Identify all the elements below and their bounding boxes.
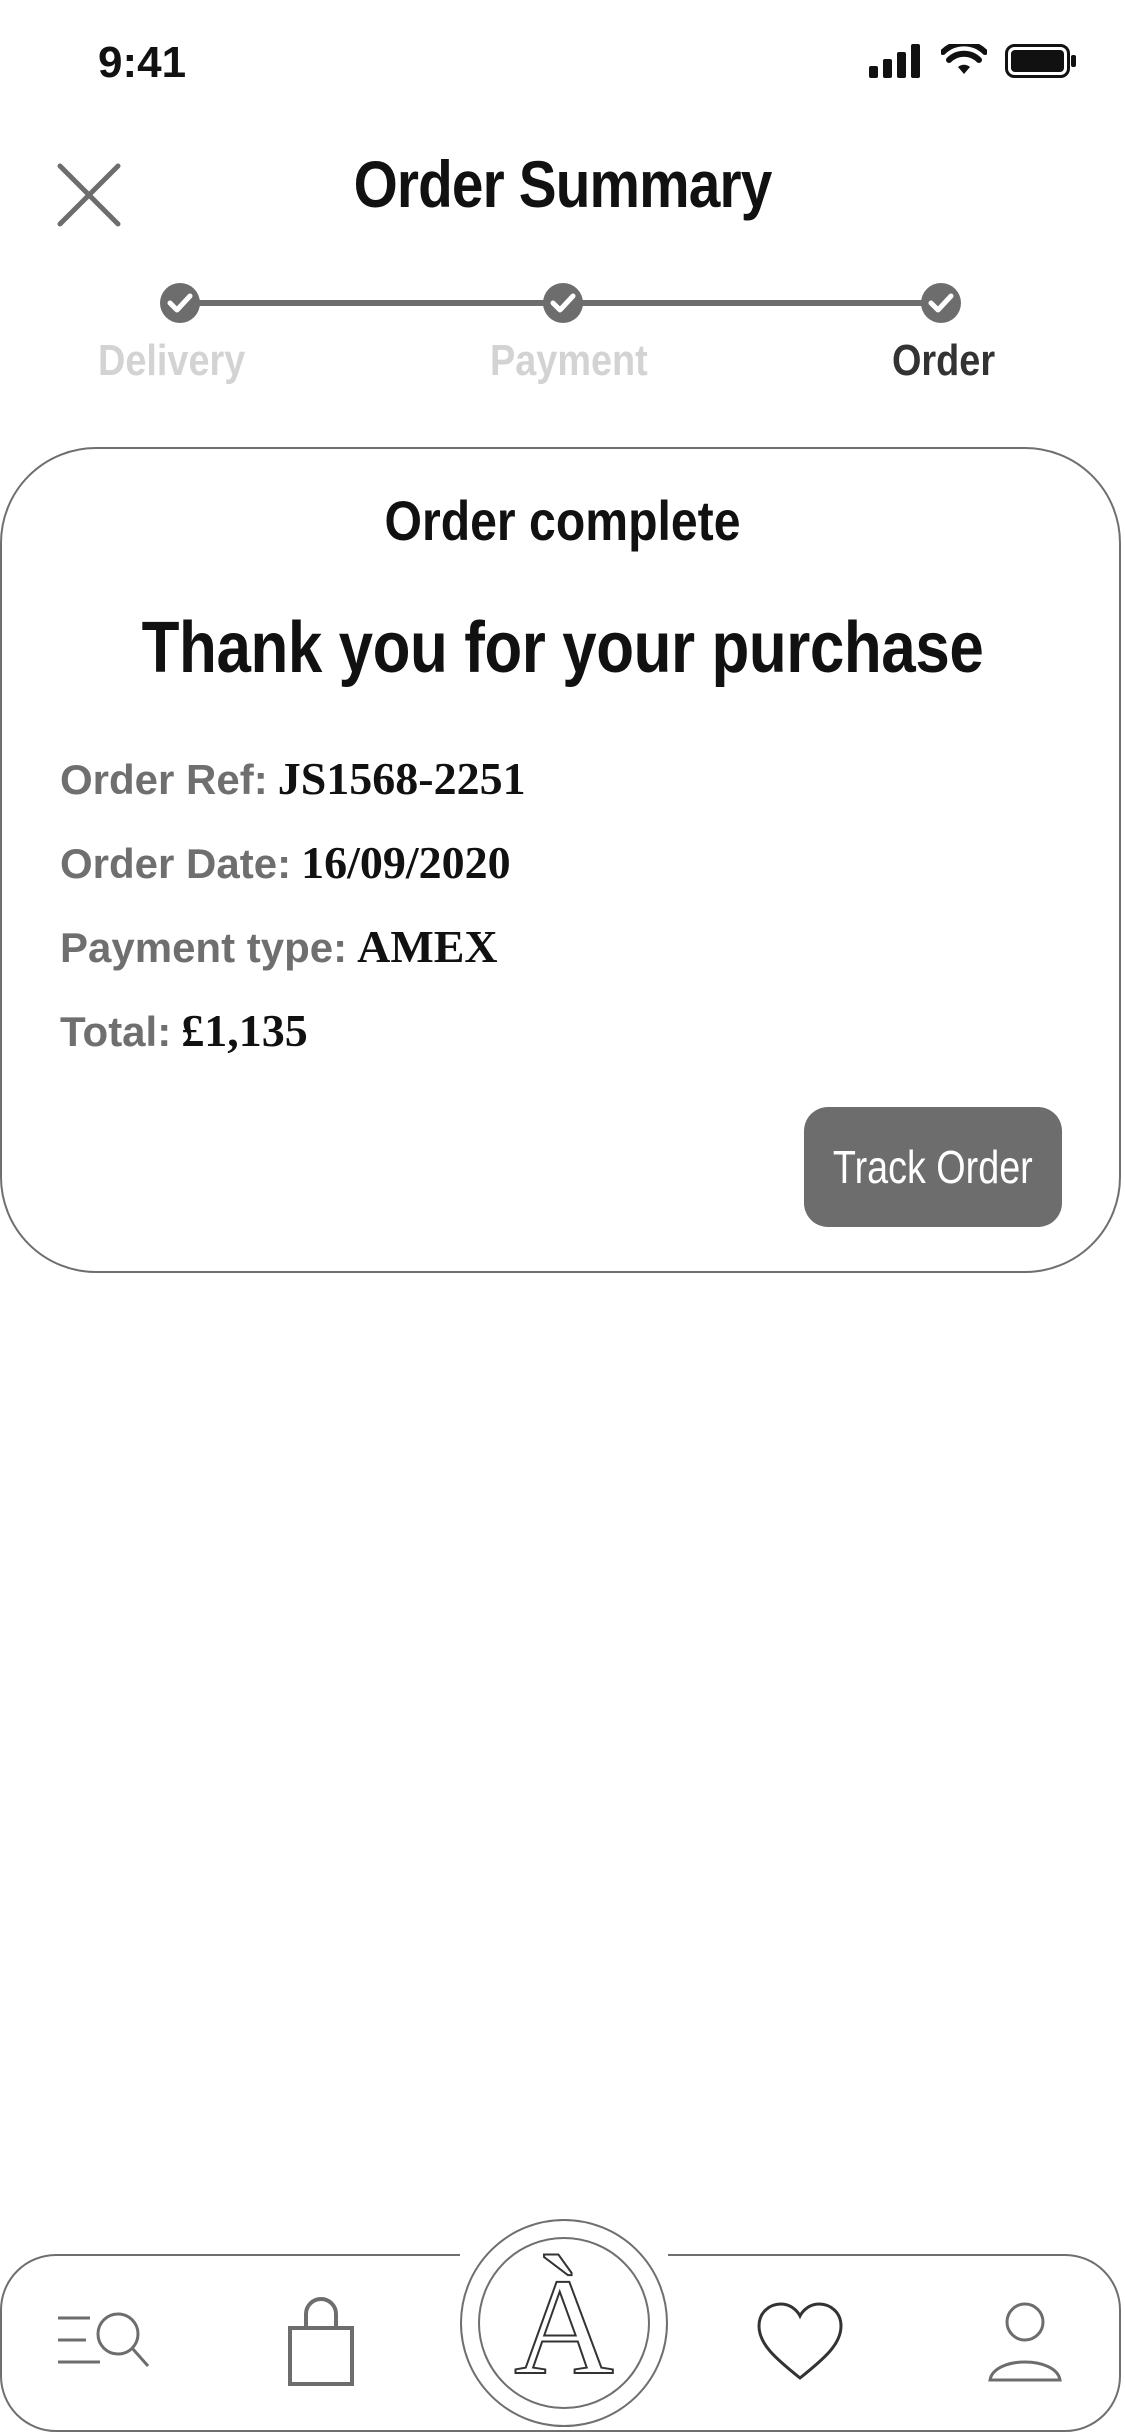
page-title: Order Summary: [353, 147, 773, 221]
profile-button[interactable]: [970, 2286, 1080, 2396]
logo-letter: À: [513, 2250, 615, 2403]
order-date-value: 16/09/2020: [301, 837, 511, 888]
bag-button[interactable]: [266, 2286, 376, 2396]
step-delivery-check[interactable]: [160, 283, 200, 323]
order-ref-value: JS1568-2251: [277, 753, 526, 804]
menu-search-icon: [58, 2312, 150, 2367]
logo-inner-circle: À: [478, 2237, 650, 2409]
shopping-bag-icon: [288, 2297, 354, 2386]
signal-icon: [869, 44, 920, 78]
heart-icon: [757, 2302, 843, 2380]
check-icon: [167, 293, 193, 313]
order-ref-row: Order Ref: JS1568-2251: [60, 752, 526, 805]
check-icon: [928, 293, 954, 313]
step-order-check[interactable]: [921, 283, 961, 323]
order-ref-label: Order Ref:: [60, 756, 268, 803]
total-value: £1,135: [181, 1005, 308, 1056]
profile-icon: [988, 2302, 1062, 2382]
total-label: Total:: [60, 1008, 172, 1055]
wifi-icon: [941, 44, 987, 74]
payment-type-label: Payment type:: [60, 924, 348, 971]
status-icons: [867, 44, 1077, 78]
wishlist-button[interactable]: [745, 2286, 855, 2396]
menu-search-button[interactable]: [48, 2286, 158, 2396]
battery-icon: [1005, 44, 1076, 78]
step-label-payment: Payment: [490, 336, 648, 385]
thank-you-heading: Thank you for your purchase: [141, 608, 984, 688]
total-row: Total: £1,135: [60, 1004, 308, 1057]
payment-type-value: AMEX: [357, 921, 498, 972]
step-payment-check[interactable]: [543, 283, 583, 323]
status-time: 9:41: [98, 38, 187, 87]
order-date-row: Order Date: 16/09/2020: [60, 836, 511, 889]
step-label-delivery: Delivery: [98, 336, 246, 385]
card-title: Order complete: [384, 489, 741, 552]
track-order-label: Track Order: [833, 1141, 1033, 1193]
step-label-order: Order: [892, 336, 996, 385]
check-icon: [550, 293, 576, 313]
track-order-button[interactable]: Track Order: [804, 1107, 1062, 1227]
payment-type-row: Payment type: AMEX: [60, 920, 498, 973]
order-date-label: Order Date:: [60, 840, 292, 887]
